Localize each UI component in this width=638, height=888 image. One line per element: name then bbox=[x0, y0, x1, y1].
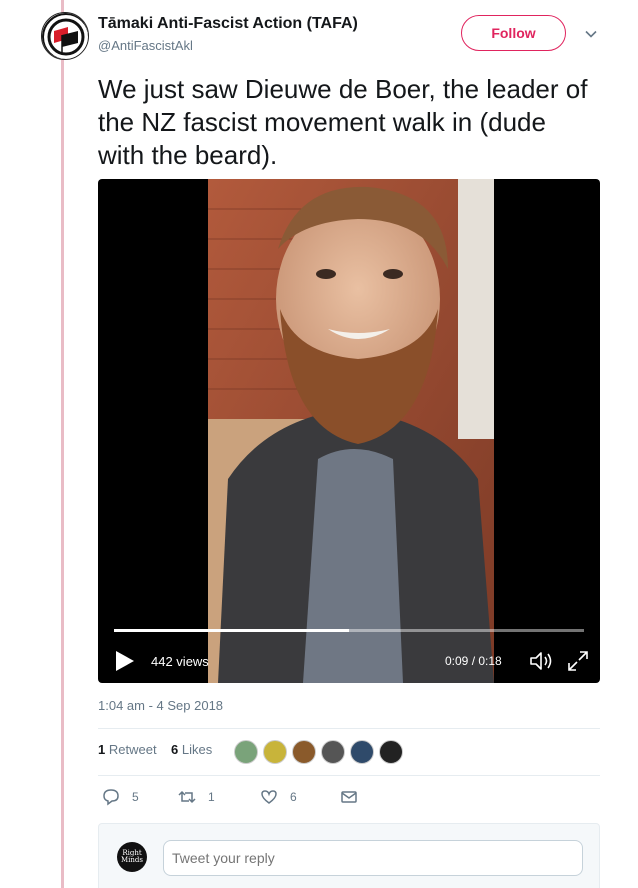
likes-stat-count: 6 bbox=[171, 742, 179, 757]
video-progress-bar[interactable] bbox=[114, 629, 584, 632]
video-player[interactable]: 442 views 0:09 / 0:18 bbox=[98, 179, 600, 683]
avatar[interactable] bbox=[350, 740, 374, 764]
volume-icon[interactable] bbox=[528, 649, 554, 673]
retweet-stat-label: Retweet bbox=[108, 742, 157, 757]
tweet-text: We just saw Dieuwe de Boer, the leader o… bbox=[98, 74, 588, 170]
chevron-down-icon[interactable] bbox=[584, 27, 598, 41]
fullscreen-icon[interactable] bbox=[566, 649, 590, 673]
envelope-icon bbox=[341, 791, 357, 803]
retweet-icon bbox=[178, 790, 196, 804]
retweet-button[interactable]: 1 bbox=[178, 788, 215, 806]
reply-icon bbox=[103, 789, 119, 806]
play-icon[interactable] bbox=[114, 649, 136, 673]
retweet-stat-count: 1 bbox=[98, 742, 106, 757]
reply-avatar-text: Right Minds bbox=[121, 849, 143, 864]
reply-button[interactable]: 5 bbox=[102, 788, 139, 806]
heart-icon bbox=[261, 790, 277, 804]
divider bbox=[98, 728, 600, 729]
avatar[interactable] bbox=[321, 740, 345, 764]
reply-count: 5 bbox=[132, 790, 139, 804]
follow-button[interactable]: Follow bbox=[461, 15, 566, 51]
likes-stat-label: Likes bbox=[181, 742, 213, 757]
author-name[interactable]: Tāmaki Anti-Fascist Action (TAFA) bbox=[98, 15, 358, 33]
antifa-flag-icon bbox=[42, 13, 88, 59]
author-handle[interactable]: @AntiFascistAkl bbox=[98, 38, 193, 53]
like-button[interactable]: 6 bbox=[260, 788, 297, 806]
video-progress-fill bbox=[114, 629, 349, 632]
retweet-stat[interactable]: 1 Retweet bbox=[98, 742, 157, 757]
divider bbox=[98, 775, 600, 776]
retweet-count: 1 bbox=[208, 790, 215, 804]
tweet-stats: 1 Retweet 6 Likes bbox=[98, 742, 212, 757]
video-time: 0:09 / 0:18 bbox=[445, 654, 502, 668]
view-count: 442 views bbox=[151, 654, 209, 669]
video-frame bbox=[208, 179, 494, 683]
tweet-timestamp[interactable]: 1:04 am - 4 Sep 2018 bbox=[98, 698, 223, 713]
avatar[interactable] bbox=[263, 740, 287, 764]
direct-message-button[interactable] bbox=[340, 788, 370, 806]
thread-line bbox=[61, 0, 64, 888]
avatar: Right Minds bbox=[117, 842, 147, 872]
author-avatar[interactable] bbox=[41, 12, 89, 60]
avatar[interactable] bbox=[292, 740, 316, 764]
likes-stat[interactable]: 6 Likes bbox=[171, 742, 212, 757]
avatar[interactable] bbox=[234, 740, 258, 764]
reply-composer: Right Minds bbox=[98, 823, 600, 888]
liker-avatars bbox=[234, 740, 408, 764]
reply-input[interactable] bbox=[163, 840, 583, 876]
like-count: 6 bbox=[290, 790, 297, 804]
avatar[interactable] bbox=[379, 740, 403, 764]
